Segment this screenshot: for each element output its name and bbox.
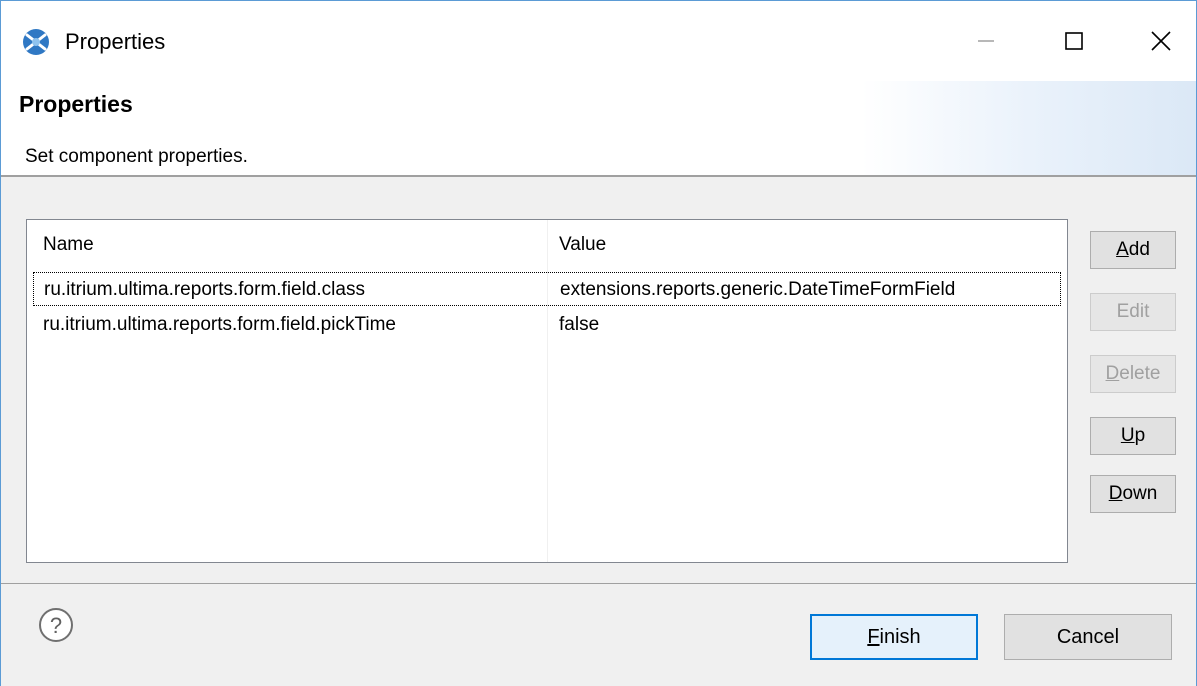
row-name-cell: ru.itrium.ultima.reports.form.field.clas…: [44, 279, 365, 300]
wizard-header: Properties Set component properties.: [1, 81, 1196, 177]
properties-dialog: Properties Properties Set component prop…: [0, 0, 1197, 686]
maximize-icon: [1065, 32, 1083, 50]
dialog-footer: ? Finish Cancel: [1, 584, 1196, 686]
column-header-value[interactable]: Value: [559, 234, 606, 256]
properties-table[interactable]: Name Value ru.itrium.ultima.reports.form…: [26, 219, 1068, 563]
finish-button[interactable]: Finish: [810, 614, 978, 660]
maximize-button[interactable]: [1044, 17, 1104, 65]
app-icon: [23, 29, 49, 55]
table-row[interactable]: ru.itrium.ultima.reports.form.field.clas…: [33, 272, 1061, 306]
down-button[interactable]: Down: [1090, 475, 1176, 513]
table-row[interactable]: ru.itrium.ultima.reports.form.field.pick…: [33, 308, 1061, 342]
help-icon[interactable]: ?: [37, 606, 75, 644]
row-name-cell: ru.itrium.ultima.reports.form.field.pick…: [43, 314, 396, 335]
row-value-cell: extensions.reports.generic.DateTimeFormF…: [560, 279, 956, 300]
column-header-name[interactable]: Name: [43, 234, 94, 256]
svg-text:?: ?: [50, 613, 62, 638]
minimize-button[interactable]: [956, 17, 1016, 65]
edit-button[interactable]: Edit: [1090, 293, 1176, 331]
delete-button[interactable]: Delete: [1090, 355, 1176, 393]
page-title: Properties: [19, 91, 133, 117]
content-area: Name Value ru.itrium.ultima.reports.form…: [1, 177, 1196, 583]
row-value-cell: false: [559, 314, 600, 335]
cancel-button[interactable]: Cancel: [1004, 614, 1172, 660]
up-button[interactable]: Up: [1090, 417, 1176, 455]
close-icon: [1151, 31, 1171, 51]
close-button[interactable]: [1131, 17, 1191, 65]
add-button[interactable]: Add: [1090, 231, 1176, 269]
minimize-icon: [978, 40, 994, 42]
window-title: Properties: [65, 29, 166, 54]
title-bar: Properties: [1, 1, 1196, 81]
page-description: Set component properties.: [25, 146, 248, 167]
